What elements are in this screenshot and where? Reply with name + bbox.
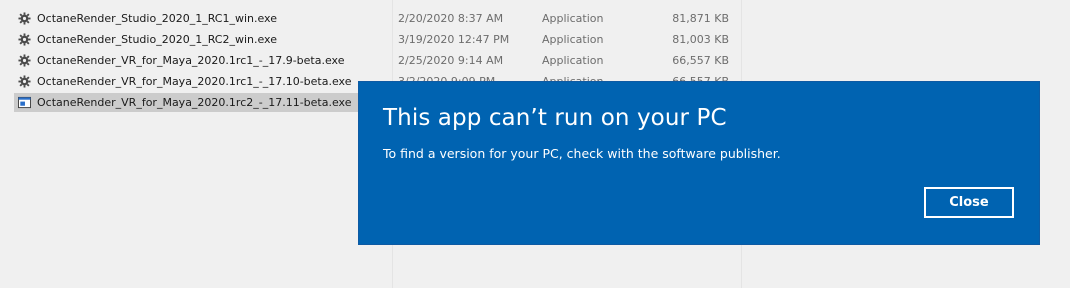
- file-date-modified: 3/19/2020 12:47 PM: [398, 33, 510, 46]
- file-name: OctaneRender_VR_for_Maya_2020.1rc1_-_17.…: [37, 75, 352, 88]
- file-explorer-window: OctaneRender_Studio_2020_1_RC1_win.exe 2/…: [0, 0, 1070, 288]
- file-size: 81,003 KB: [672, 33, 729, 46]
- gear-icon: [18, 54, 31, 67]
- file-size: 81,871 KB: [672, 12, 729, 25]
- file-row[interactable]: OctaneRender_Studio_2020_1_RC2_win.exe 3/…: [14, 30, 741, 49]
- file-row[interactable]: OctaneRender_Studio_2020_1_RC1_win.exe 2/…: [14, 9, 741, 28]
- file-date-modified: 2/20/2020 8:37 AM: [398, 12, 504, 25]
- dialog-title: This app can’t run on your PC: [383, 105, 727, 131]
- file-name: OctaneRender_VR_for_Maya_2020.1rc2_-_17.…: [37, 96, 352, 109]
- file-row[interactable]: OctaneRender_VR_for_Maya_2020.1rc2_-_17.…: [14, 93, 359, 112]
- file-type: Application: [542, 54, 604, 67]
- file-size: 66,557 KB: [672, 54, 729, 67]
- file-name: OctaneRender_VR_for_Maya_2020.1rc1_-_17.…: [37, 54, 345, 67]
- file-row[interactable]: OctaneRender_VR_for_Maya_2020.1rc1_-_17.…: [14, 51, 741, 70]
- gear-icon: [18, 33, 31, 46]
- file-date-modified: 2/25/2020 9:14 AM: [398, 54, 504, 67]
- file-name: OctaneRender_Studio_2020_1_RC1_win.exe: [37, 12, 277, 25]
- application-window-icon: [18, 96, 31, 109]
- close-button[interactable]: Close: [924, 187, 1014, 218]
- dialog-message: To find a version for your PC, check wit…: [383, 146, 781, 161]
- file-type: Application: [542, 12, 604, 25]
- app-cant-run-dialog: This app can’t run on your PC To find a …: [359, 82, 1039, 244]
- gear-icon: [18, 12, 31, 25]
- file-name: OctaneRender_Studio_2020_1_RC2_win.exe: [37, 33, 277, 46]
- gear-icon: [18, 75, 31, 88]
- file-type: Application: [542, 33, 604, 46]
